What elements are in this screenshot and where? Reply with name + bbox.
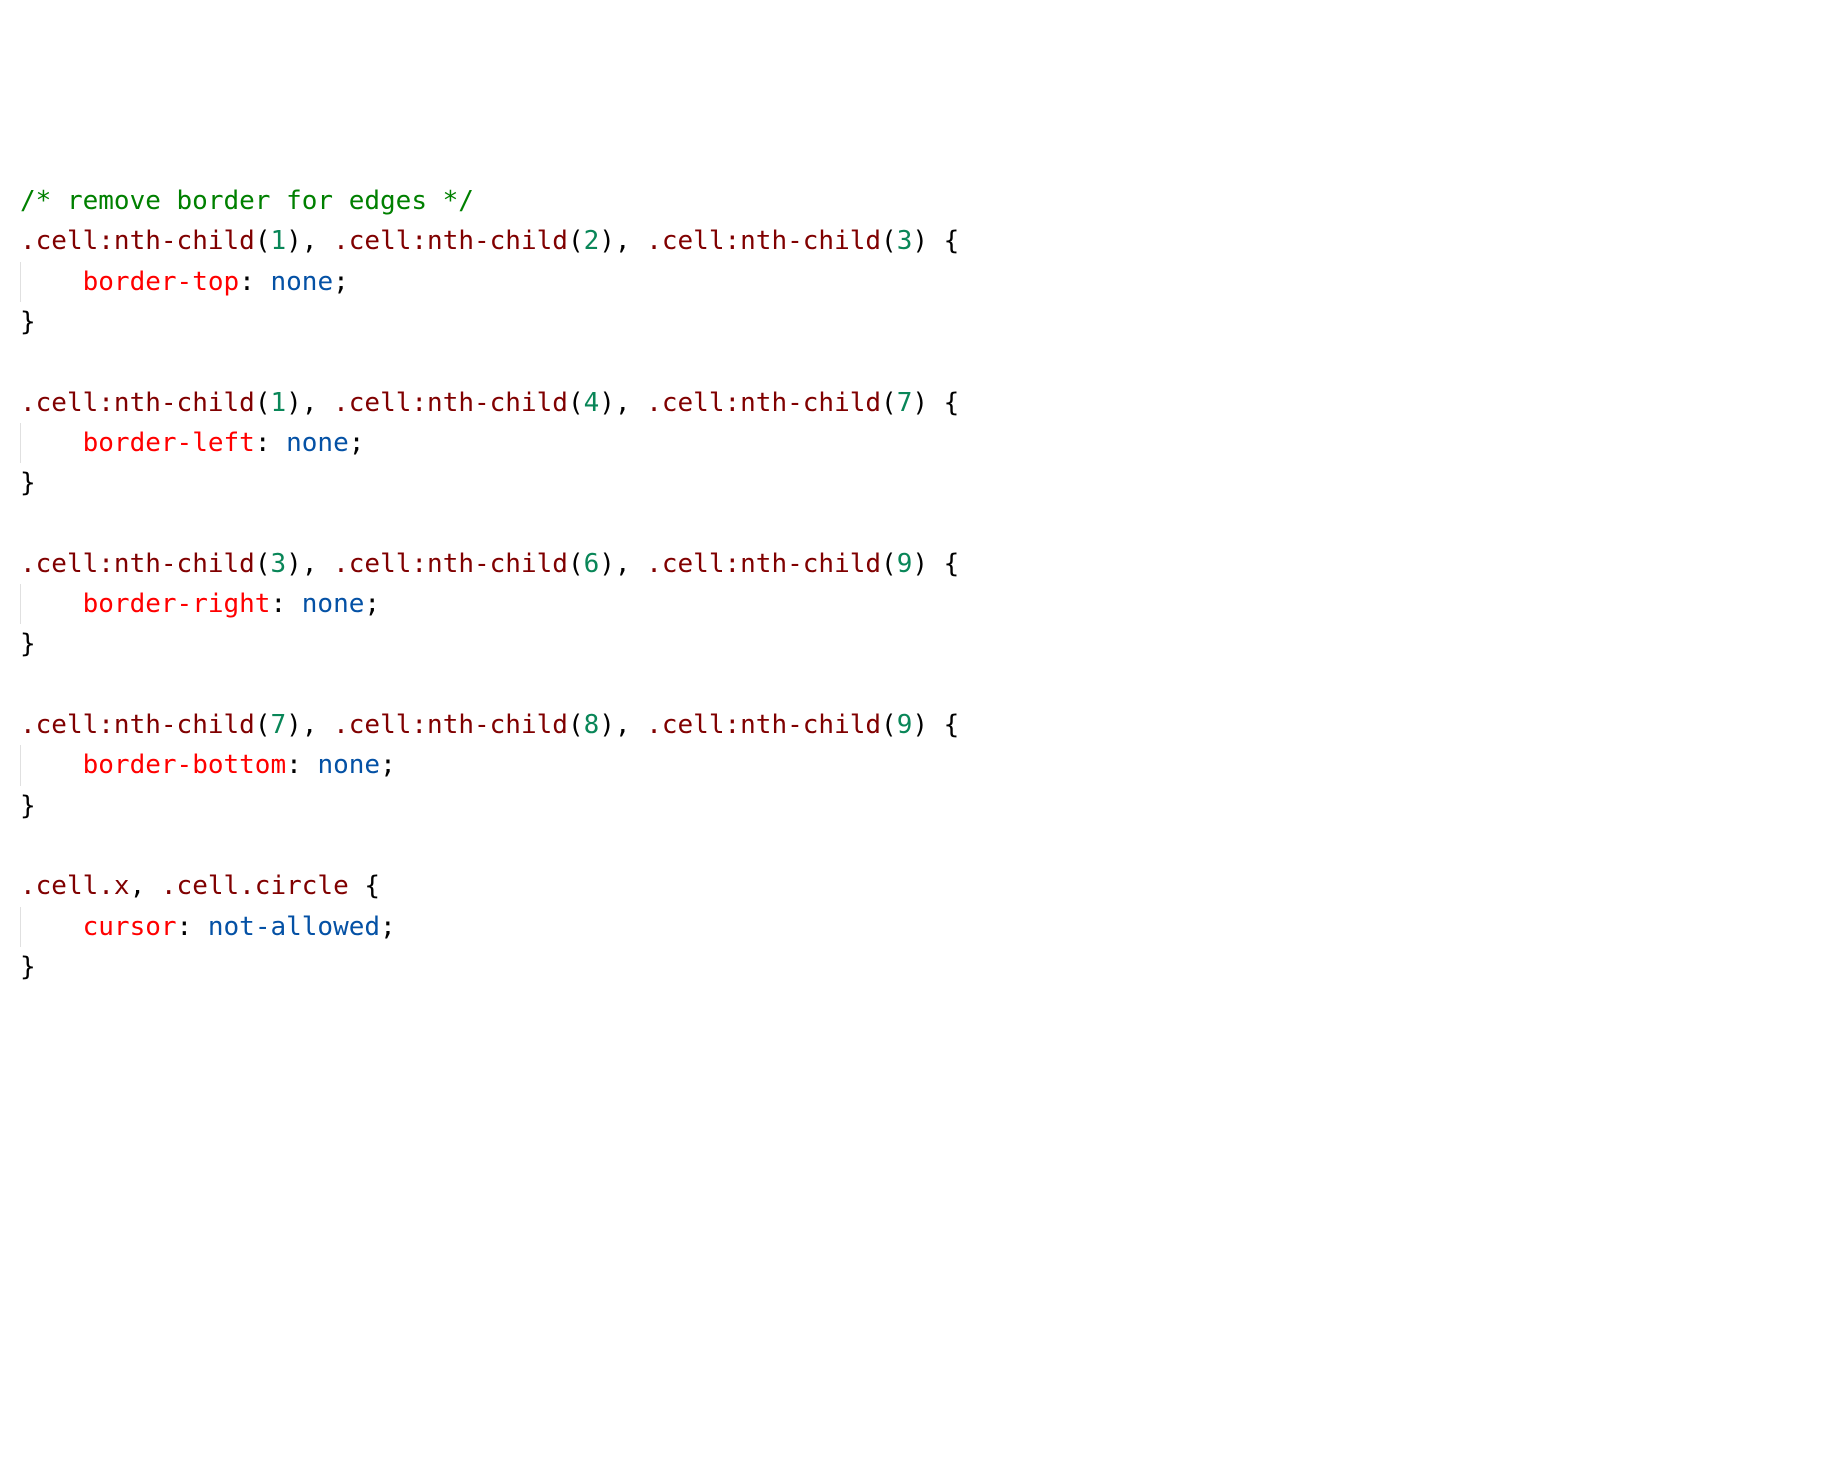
code-line: } <box>20 786 1807 826</box>
code-line: .cell:nth-child(1), .cell:nth-child(2), … <box>20 221 1807 261</box>
blank-line <box>20 665 1807 705</box>
comment: /* remove border for edges */ <box>20 186 474 216</box>
property: border-top <box>83 267 240 297</box>
code-line: } <box>20 624 1807 664</box>
code-line: } <box>20 302 1807 342</box>
code-line: .cell.x, .cell.circle { <box>20 866 1807 906</box>
code-line: } <box>20 463 1807 503</box>
code-editor[interactable]: /* remove border for edges */ .cell:nth-c… <box>20 181 1807 987</box>
blank-line <box>20 342 1807 382</box>
property: border-left <box>83 428 255 458</box>
code-line: /* remove border for edges */ <box>20 181 1807 221</box>
code-line: border-right: none; <box>20 584 1807 624</box>
code-line: border-bottom: none; <box>20 745 1807 785</box>
property: border-bottom <box>83 750 287 780</box>
blank-line <box>20 826 1807 866</box>
code-line: .cell:nth-child(1), .cell:nth-child(4), … <box>20 383 1807 423</box>
value: none <box>317 750 380 780</box>
brace: } <box>20 791 36 821</box>
code-line: border-top: none; <box>20 262 1807 302</box>
brace: } <box>20 629 36 659</box>
brace: } <box>20 952 36 982</box>
blank-line <box>20 504 1807 544</box>
value: none <box>302 589 365 619</box>
code-line: .cell:nth-child(7), .cell:nth-child(8), … <box>20 705 1807 745</box>
value: not-allowed <box>208 912 380 942</box>
code-line: } <box>20 947 1807 987</box>
property: cursor <box>83 912 177 942</box>
code-line: border-left: none; <box>20 423 1807 463</box>
code-line: cursor: not-allowed; <box>20 907 1807 947</box>
brace: } <box>20 468 36 498</box>
property: border-right <box>83 589 271 619</box>
value: none <box>270 267 333 297</box>
value: none <box>286 428 349 458</box>
code-line: .cell:nth-child(3), .cell:nth-child(6), … <box>20 544 1807 584</box>
brace: } <box>20 307 36 337</box>
